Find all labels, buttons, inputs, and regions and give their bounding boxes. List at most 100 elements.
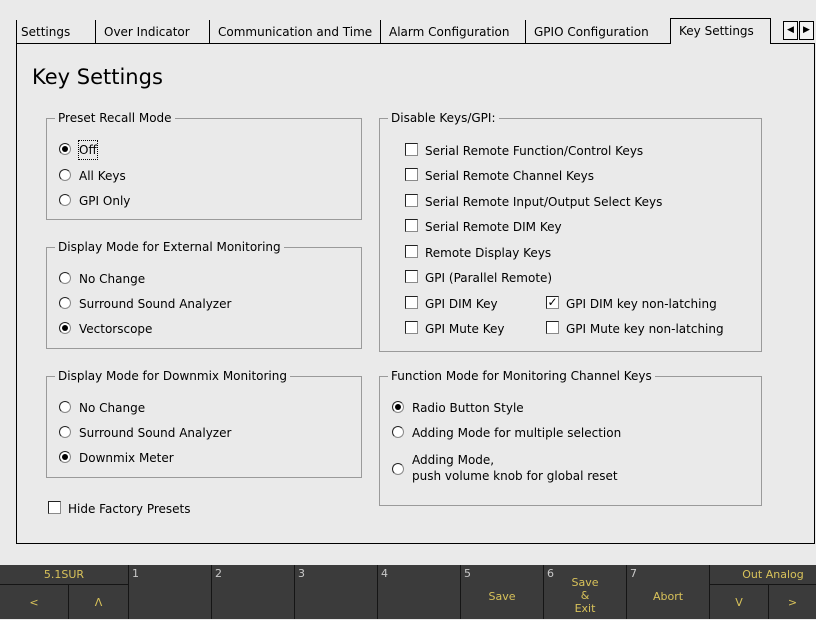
- tab-key-settings[interactable]: Key Settings: [670, 18, 771, 45]
- radio-icon: [59, 272, 71, 284]
- tab-scroll-right-button[interactable]: ▶: [799, 21, 814, 40]
- external-monitoring-legend: Display Mode for External Monitoring: [55, 239, 284, 255]
- softkey-right-next-button[interactable]: >: [768, 584, 816, 619]
- tab-settings-label: Settings: [21, 25, 71, 39]
- checkbox-icon: [546, 321, 559, 334]
- checkbox-serial-function-keys-label: Serial Remote Function/Control Keys: [425, 144, 644, 158]
- checkbox-icon: [405, 143, 418, 156]
- radio-icon: [59, 169, 71, 181]
- tab-key-settings-label: Key Settings: [679, 24, 754, 38]
- tab-bar: Settings Over Indicator Communication an…: [0, 0, 816, 45]
- softkey-5-save[interactable]: 5 Save: [460, 565, 543, 619]
- checkbox-gpi-dim-non-latching-label: GPI DIM key non-latching: [566, 297, 717, 311]
- softkey-1-number: 1: [132, 567, 139, 580]
- tab-alarm-label: Alarm Configuration: [389, 25, 510, 39]
- radio-icon: [392, 463, 404, 475]
- softkey-right-down-button[interactable]: V: [709, 584, 768, 619]
- checkbox-gpi-parallel-remote-label: GPI (Parallel Remote): [425, 271, 553, 285]
- checkbox-icon: [405, 194, 418, 207]
- page-title: Key Settings: [32, 65, 163, 89]
- radio-ext-vectorscope-label: Vectorscope: [79, 322, 153, 336]
- radio-preset-all-keys-label: All Keys: [79, 169, 126, 183]
- softkey-2[interactable]: 2: [211, 565, 294, 619]
- preset-recall-mode-group: Preset Recall Mode Off All Keys GPI Only: [46, 110, 362, 220]
- softkey-3[interactable]: 3: [294, 565, 377, 619]
- checkbox-gpi-dim-key-label: GPI DIM Key: [425, 297, 498, 311]
- radio-preset-gpi-only-label: GPI Only: [79, 194, 131, 208]
- radio-selected-icon: [59, 451, 71, 463]
- softkey-7-number: 7: [630, 567, 637, 580]
- radio-ext-no-change-label: No Change: [79, 272, 146, 286]
- radio-icon: [59, 401, 71, 413]
- downmix-monitoring-legend: Display Mode for Downmix Monitoring: [55, 368, 290, 384]
- function-mode-group: Function Mode for Monitoring Channel Key…: [379, 368, 762, 506]
- check-icon: ✓: [546, 295, 559, 309]
- radio-selected-icon: [59, 143, 71, 155]
- softkey-left-up-button[interactable]: Λ: [68, 584, 128, 619]
- radio-icon: [59, 194, 71, 206]
- adding-mode-reset-line2: push volume knob for global reset: [412, 469, 618, 483]
- checkbox-gpi-mute-non-latching-label: GPI Mute key non-latching: [566, 322, 724, 336]
- tab-over-indicator-label: Over Indicator: [104, 25, 190, 39]
- tab-settings[interactable]: Settings: [16, 20, 95, 44]
- softkey-3-number: 3: [298, 567, 305, 580]
- external-monitoring-group: Display Mode for External Monitoring No …: [46, 239, 362, 349]
- tab-gpio-label: GPIO Configuration: [534, 25, 649, 39]
- radio-selected-icon: [392, 401, 404, 413]
- abort-label: Abort: [652, 590, 684, 603]
- tab-over-indicator[interactable]: Over Indicator: [95, 20, 209, 44]
- tab-scroll-left-button[interactable]: ◀: [783, 21, 798, 40]
- disable-keys-gpi-legend: Disable Keys/GPI:: [388, 110, 499, 126]
- checkbox-icon: [405, 245, 418, 258]
- radio-selected-icon: [59, 322, 71, 334]
- checkbox-icon: [48, 501, 61, 514]
- checkbox-icon: [405, 321, 418, 334]
- radio-downmix-surround-label: Surround Sound Analyzer: [79, 426, 232, 440]
- softkey-4[interactable]: 4: [377, 565, 460, 619]
- up-chevron-icon: Λ: [94, 596, 103, 609]
- softkey-1[interactable]: 1: [128, 565, 211, 619]
- radio-icon: [59, 426, 71, 438]
- radio-icon: [59, 297, 71, 309]
- right-chevron-icon: >: [787, 596, 798, 609]
- softkey-6-save-exit[interactable]: 6 Save & Exit: [543, 565, 626, 619]
- radio-adding-mode-reset-label: Adding Mode, push volume knob for global …: [412, 452, 618, 484]
- save-exit-label-line1: Save: [571, 576, 599, 589]
- checkbox-gpi-mute-key-label: GPI Mute Key: [425, 322, 505, 336]
- softkey-left-prev-button[interactable]: <: [0, 584, 68, 619]
- checkbox-icon: [405, 219, 418, 232]
- tab-communication-and-time[interactable]: Communication and Time: [209, 20, 380, 44]
- save-label: Save: [488, 590, 516, 603]
- output-label: Out Analog: [742, 568, 804, 581]
- softkey-5-number: 5: [464, 567, 471, 580]
- radio-adding-mode-label: Adding Mode for multiple selection: [412, 426, 622, 440]
- checkbox-serial-channel-keys-label: Serial Remote Channel Keys: [425, 169, 594, 183]
- softkey-2-number: 2: [215, 567, 222, 580]
- radio-downmix-meter-label: Downmix Meter: [79, 451, 174, 465]
- down-chevron-icon: V: [735, 596, 743, 609]
- radio-radio-button-style-label: Radio Button Style: [412, 401, 524, 415]
- save-exit-label-line3: Exit: [574, 602, 596, 615]
- radio-icon: [392, 426, 404, 438]
- tab-alarm-configuration[interactable]: Alarm Configuration: [380, 20, 525, 44]
- adding-mode-reset-line1: Adding Mode,: [412, 453, 495, 467]
- radio-downmix-no-change-label: No Change: [79, 401, 146, 415]
- left-arrow-icon: ◀: [787, 25, 794, 35]
- checkbox-icon: [405, 270, 418, 283]
- softkey-7-abort[interactable]: 7 Abort: [626, 565, 709, 619]
- function-mode-legend: Function Mode for Monitoring Channel Key…: [388, 368, 655, 384]
- radio-ext-surround-label: Surround Sound Analyzer: [79, 297, 232, 311]
- tab-gpio-configuration[interactable]: GPIO Configuration: [525, 20, 670, 44]
- input-format-label: 5.1SUR: [43, 568, 85, 581]
- preset-recall-mode-legend: Preset Recall Mode: [55, 110, 175, 126]
- disable-keys-gpi-group: Disable Keys/GPI: Serial Remote Function…: [379, 110, 762, 352]
- radio-preset-off-label: Off: [78, 140, 98, 160]
- softkey-bar: 5.1SUR < Λ 1 2 3 4 5 Save 6 Save & Exit 7…: [0, 565, 816, 619]
- softkey-right-label: Out Analog: [709, 565, 816, 584]
- checkbox-serial-dim-key-label: Serial Remote DIM Key: [425, 220, 562, 234]
- downmix-monitoring-group: Display Mode for Downmix Monitoring No C…: [46, 368, 362, 478]
- checkbox-icon: [405, 296, 418, 309]
- checkbox-remote-display-keys-label: Remote Display Keys: [425, 246, 552, 260]
- hide-factory-presets-label: Hide Factory Presets: [68, 502, 191, 516]
- softkey-left-label: 5.1SUR: [0, 565, 128, 584]
